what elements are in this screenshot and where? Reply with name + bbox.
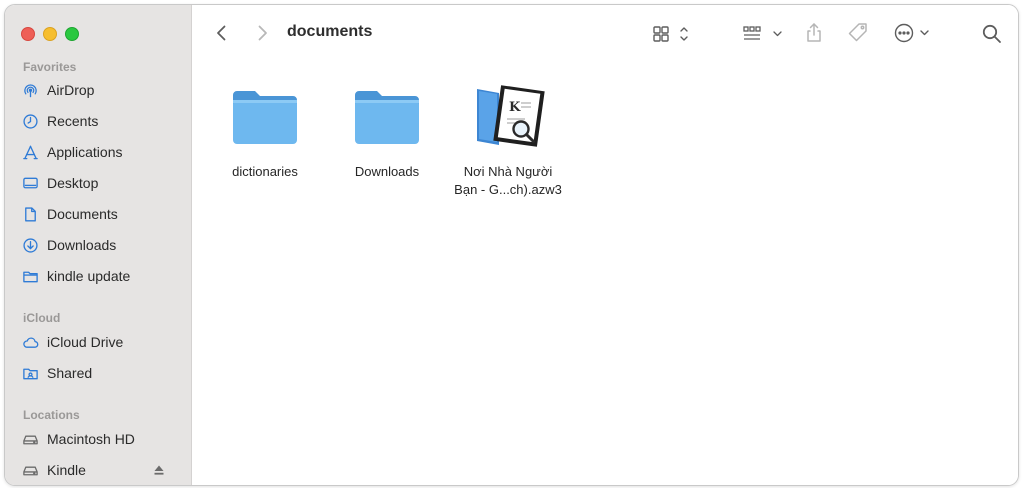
- sidebar-item-label: Applications: [47, 144, 123, 160]
- file-item-azw3[interactable]: K Nơi Nhà Người Bạn - G...ch).azw3: [453, 81, 563, 199]
- tag-button[interactable]: [846, 21, 870, 45]
- zoom-button[interactable]: [65, 27, 79, 41]
- window-title: documents: [287, 23, 373, 40]
- share-icon: [807, 23, 821, 42]
- search-icon: [982, 24, 1001, 43]
- close-button[interactable]: [21, 27, 35, 41]
- sidebar-item-label: Kindle: [47, 462, 86, 478]
- sidebar-item-icloud-drive[interactable]: iCloud Drive: [21, 330, 187, 354]
- file-name-line-1: Nơi Nhà Người: [463, 164, 553, 179]
- sidebar-item-macintosh-hd[interactable]: Macintosh HD: [21, 427, 187, 451]
- ellipsis-circle-icon: [894, 23, 929, 43]
- document-icon: [21, 205, 39, 223]
- file-name: Downloads: [354, 164, 420, 179]
- minimize-button[interactable]: [43, 27, 57, 41]
- section-title-locations: Locations: [23, 408, 80, 422]
- sidebar: Favorites AirDrop Recents Applications D…: [5, 5, 192, 485]
- chevron-right-icon: [258, 25, 267, 41]
- grid-view-icon: [653, 26, 688, 42]
- sidebar-item-documents[interactable]: Documents: [21, 202, 187, 226]
- sidebar-item-desktop[interactable]: Desktop: [21, 171, 187, 195]
- applications-icon: [21, 143, 39, 161]
- forward-button[interactable]: [252, 23, 272, 43]
- file-name: Nơi Nhà Người Bạn - G...ch).azw3: [453, 163, 563, 199]
- sidebar-item-label: AirDrop: [47, 82, 95, 98]
- share-button[interactable]: [802, 21, 826, 45]
- download-icon: [21, 236, 39, 254]
- sidebar-item-label: Recents: [47, 113, 99, 129]
- file-item-dictionaries[interactable]: dictionaries: [210, 81, 320, 181]
- sidebar-item-kindle[interactable]: Kindle: [21, 458, 187, 482]
- eject-icon[interactable]: [153, 463, 165, 479]
- airdrop-icon: [21, 81, 39, 99]
- sidebar-item-label: kindle update: [47, 268, 131, 284]
- folder-icon: [210, 81, 320, 151]
- group-by-button[interactable]: [740, 23, 786, 45]
- sidebar-item-label: Shared: [47, 365, 93, 381]
- desktop-icon: [21, 174, 39, 192]
- sidebar-item-label: Macintosh HD: [47, 431, 135, 447]
- folder-icon: [332, 81, 442, 151]
- tag-icon: [848, 23, 867, 42]
- section-title-favorites: Favorites: [23, 60, 77, 74]
- sidebar-item-label: Desktop: [47, 175, 99, 191]
- sidebar-item-downloads[interactable]: Downloads: [21, 233, 187, 257]
- folder-icon: [21, 267, 39, 285]
- toolbar: documents: [192, 5, 1018, 59]
- cloud-icon: [21, 333, 39, 351]
- sidebar-item-label: Downloads: [47, 237, 117, 253]
- clock-icon: [21, 112, 39, 130]
- back-button[interactable]: [212, 23, 232, 43]
- file-item-downloads[interactable]: Downloads: [332, 81, 442, 181]
- svg-text:K: K: [509, 100, 521, 115]
- disk-icon: [21, 430, 39, 448]
- sidebar-item-recents[interactable]: Recents: [21, 109, 187, 133]
- search-button[interactable]: [980, 22, 1004, 46]
- finder-window: Favorites AirDrop Recents Applications D…: [4, 4, 1019, 486]
- group-icon: [743, 26, 782, 40]
- more-actions-button[interactable]: [892, 22, 934, 44]
- shared-folder-icon: [21, 364, 39, 382]
- chevron-left-icon: [217, 25, 226, 41]
- main-pane: documents dictionaries Downloads K Nơi N…: [192, 5, 1018, 485]
- sidebar-item-applications[interactable]: Applications: [21, 140, 187, 164]
- kindle-ebook-icon: K: [453, 81, 563, 151]
- sidebar-item-airdrop[interactable]: AirDrop: [21, 78, 187, 102]
- sidebar-item-kindle-update[interactable]: kindle update: [21, 264, 187, 288]
- window-controls: [21, 27, 79, 41]
- sidebar-item-label: iCloud Drive: [47, 334, 124, 350]
- file-name: dictionaries: [232, 164, 298, 179]
- section-title-icloud: iCloud: [23, 311, 61, 325]
- disk-icon: [21, 461, 39, 479]
- sidebar-item-label: Documents: [47, 206, 118, 222]
- file-name-line-2: Bạn - G...ch).azw3: [454, 182, 562, 197]
- sidebar-item-shared[interactable]: Shared: [21, 361, 187, 385]
- view-mode-button[interactable]: [650, 23, 694, 45]
